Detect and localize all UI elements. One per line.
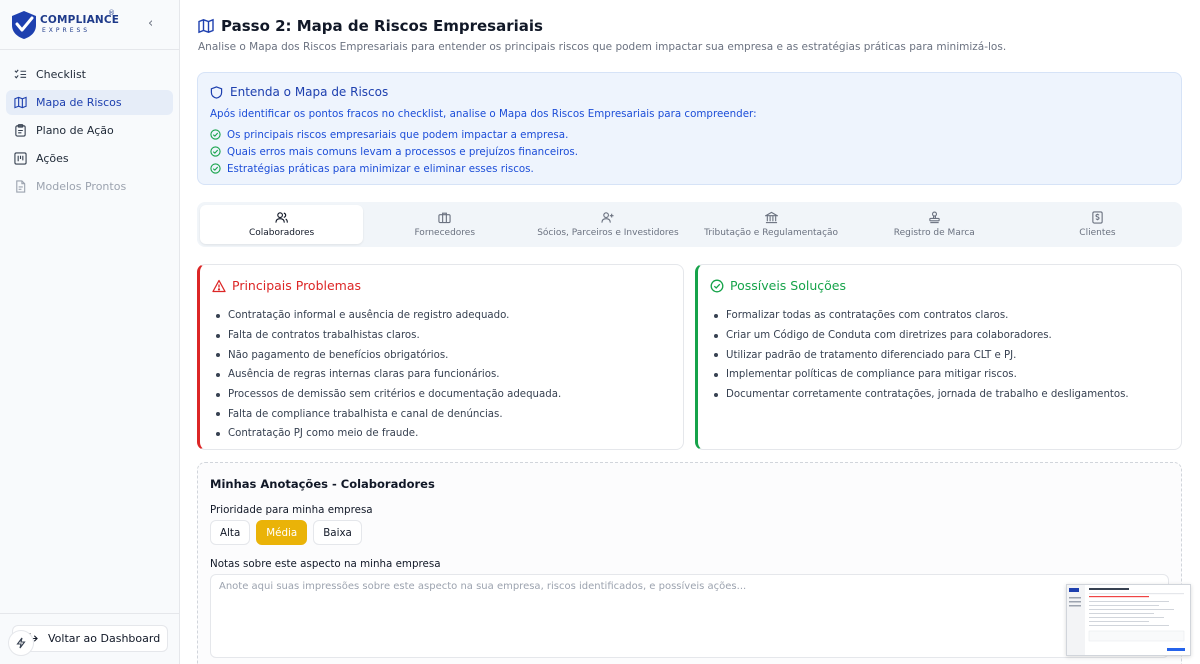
problems-title: Principais Problemas [212, 278, 361, 293]
briefcase-icon [438, 212, 451, 224]
solution-item: Documentar corretamente contratações, jo… [714, 385, 1129, 405]
back-button-label: Voltar ao Dashboard [48, 632, 161, 645]
shield-icon [210, 85, 223, 99]
sidebar-item-label: Mapa de Riscos [36, 96, 122, 109]
map-icon [14, 96, 27, 109]
solution-item: Utilizar padrão de tratamento diferencia… [714, 345, 1129, 365]
page-preview-thumbnail[interactable] [1066, 584, 1191, 656]
solution-item: Formalizar todas as contratações com con… [714, 306, 1129, 326]
tab-tributacao[interactable]: Tributação e Regulamentação [690, 205, 853, 244]
notes-section: Minhas Anotações - Colaboradores Priorid… [197, 462, 1182, 664]
sidebar-item-mapa-de-riscos[interactable]: Mapa de Riscos [6, 90, 173, 115]
stamp-icon [929, 211, 940, 224]
solution-item: Criar um Código de Conduta com diretrize… [714, 326, 1129, 346]
tab-colaboradores[interactable]: Colaboradores [200, 205, 364, 244]
info-list-item: Estratégias práticas para minimizar e el… [210, 160, 578, 177]
problem-item: Ausência de regras internas claras para … [216, 365, 561, 385]
problem-item: Processos de demissão sem critérios e do… [216, 385, 561, 405]
info-title-text: Entenda o Mapa de Riscos [230, 85, 389, 99]
problem-item: Falta de contratos trabalhistas claros. [216, 326, 561, 346]
priority-label: Prioridade para minha empresa [210, 504, 373, 516]
tab-registro-de-marca[interactable]: Registro de Marca [853, 205, 1016, 244]
sidebar-item-label: Plano de Ação [36, 124, 114, 137]
sidebar-nav: Checklist Mapa de Riscos Plano de Ação A… [6, 62, 173, 202]
solutions-list: Formalizar todas as contratações com con… [714, 306, 1129, 404]
tab-clientes[interactable]: Clientes [1016, 205, 1179, 244]
brand-sub: EXPRESS [42, 27, 91, 34]
clipboard-icon [15, 124, 26, 137]
map-icon [198, 18, 214, 34]
sidebar-item-label: Checklist [36, 68, 86, 81]
solution-item: Implementar políticas de compliance para… [714, 365, 1129, 385]
file-icon [16, 180, 26, 193]
sidebar-divider [0, 613, 179, 614]
brand-header: COMPLIANCE EXPRESS ® ‹ [0, 0, 179, 50]
tab-label: Sócios, Parceiros e Investidores [537, 228, 679, 238]
check-circle-icon [210, 163, 221, 174]
priority-high-button[interactable]: Alta [210, 520, 251, 545]
solutions-title: Possíveis Soluções [710, 278, 846, 293]
kanban-icon [14, 152, 27, 165]
info-list-item: Quais erros mais comuns levam a processo… [210, 143, 578, 160]
user-plus-icon [601, 212, 614, 223]
problem-item: Contratação PJ como meio de fraude. [216, 424, 561, 444]
notes-label: Notas sobre este aspecto na minha empres… [210, 558, 441, 570]
check-circle-icon [210, 129, 221, 140]
tab-label: Clientes [1079, 228, 1116, 238]
problems-card: Principais Problemas Contratação informa… [197, 264, 684, 450]
page-subtitle: Analise o Mapa dos Riscos Empresariais p… [198, 41, 1007, 53]
registered-mark: ® [108, 9, 115, 17]
sidebar-item-plano-de-acao[interactable]: Plano de Ação [6, 118, 173, 143]
tab-fornecedores[interactable]: Fornecedores [363, 205, 526, 244]
info-list: Os principais riscos empresariais que po… [210, 126, 578, 177]
category-tabs: Colaboradores Fornecedores Sócios, Parce… [197, 202, 1182, 247]
back-to-dashboard-button[interactable]: Voltar ao Dashboard [12, 625, 168, 652]
priority-selector: Alta Média Baixa [210, 520, 368, 545]
collapse-sidebar-icon[interactable]: ‹ [148, 16, 153, 31]
tab-socios[interactable]: Sócios, Parceiros e Investidores [526, 205, 689, 244]
info-list-item-text: Quais erros mais comuns levam a processo… [227, 145, 579, 158]
bolt-badge[interactable] [8, 630, 34, 656]
sidebar-item-label: Ações [36, 152, 69, 165]
check-circle-icon [210, 146, 221, 157]
bolt-icon [16, 637, 26, 649]
page-title-text: Passo 2: Mapa de Riscos Empresariais [221, 17, 543, 35]
tab-label: Fornecedores [414, 228, 476, 238]
problem-item: Falta de compliance trabalhista e canal … [216, 404, 561, 424]
notes-textarea[interactable] [210, 574, 1169, 658]
notes-title: Minhas Anotações - Colaboradores [210, 477, 435, 491]
priority-medium-button[interactable]: Média [256, 520, 308, 545]
info-list-item-text: Estratégias práticas para minimizar e el… [227, 162, 534, 175]
problems-list: Contratação informal e ausência de regis… [216, 306, 561, 444]
info-lead: Após identificar os pontos fracos no che… [210, 108, 757, 120]
tab-label: Registro de Marca [893, 228, 975, 238]
page-title: Passo 2: Mapa de Riscos Empresariais [198, 17, 543, 35]
users-icon [275, 212, 288, 223]
landmark-icon [764, 211, 778, 224]
sidebar-item-label: Modelos Prontos [36, 180, 127, 193]
alert-triangle-icon [212, 279, 226, 292]
info-box: Entenda o Mapa de Riscos Após identifica… [197, 72, 1182, 185]
sidebar-item-modelos-prontos: Modelos Prontos [6, 174, 173, 199]
info-title: Entenda o Mapa de Riscos [210, 85, 388, 99]
problems-title-text: Principais Problemas [232, 278, 362, 293]
receipt-icon [1092, 211, 1103, 224]
list-check-icon [14, 69, 27, 79]
main-content: Passo 2: Mapa de Riscos Empresariais Ana… [180, 0, 1200, 664]
check-circle-icon [710, 279, 724, 292]
tab-label: Tributação e Regulamentação [704, 228, 839, 238]
info-list-item: Os principais riscos empresariais que po… [210, 126, 578, 143]
sidebar-item-acoes[interactable]: Ações [6, 146, 173, 171]
problem-item: Contratação informal e ausência de regis… [216, 306, 561, 326]
preview-image [1067, 585, 1185, 655]
logo-icon [12, 11, 36, 39]
info-list-item-text: Os principais riscos empresariais que po… [227, 128, 569, 141]
solutions-card: Possíveis Soluções Formalizar todas as c… [695, 264, 1182, 450]
solutions-title-text: Possíveis Soluções [730, 278, 846, 293]
priority-low-button[interactable]: Baixa [313, 520, 362, 545]
tab-label: Colaboradores [248, 228, 315, 238]
problem-item: Não pagamento de benefícios obrigatórios… [216, 345, 561, 365]
sidebar-item-checklist[interactable]: Checklist [6, 62, 173, 87]
sidebar: COMPLIANCE EXPRESS ® ‹ Checklist Mapa de… [0, 0, 180, 664]
